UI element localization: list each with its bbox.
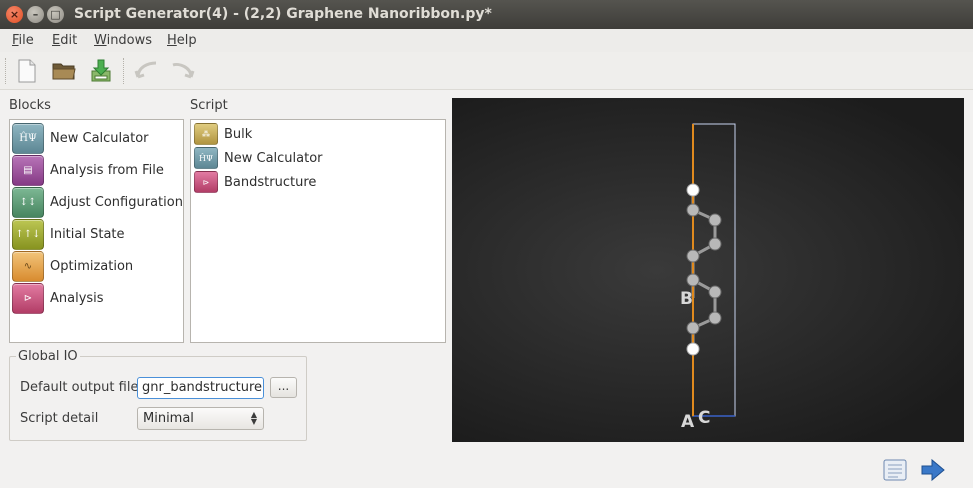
menu-help-label: elp [176, 33, 197, 48]
output-file-label: Default output file [20, 380, 139, 395]
script-item-label: New Calculator [224, 150, 323, 166]
new-file-icon[interactable] [13, 57, 41, 85]
block-item-adjust-configuration[interactable]: ↕↕ Adjust Configuration [12, 186, 183, 218]
redo-icon[interactable] [169, 57, 197, 85]
bulk-icon: ⁂ [194, 123, 218, 145]
maximize-window-icon[interactable]: □ [47, 6, 64, 23]
minimize-window-icon[interactable]: – [27, 6, 44, 23]
calculator-icon: ĤΨ [12, 122, 44, 154]
script-detail-select[interactable]: Minimal ▲ ▼ [137, 407, 264, 430]
menu-edit-mnemonic: E [52, 33, 61, 48]
global-io-title: Global IO [16, 349, 80, 364]
adjust-icon: ↕↕ [12, 186, 44, 218]
script-view-icon[interactable] [881, 457, 909, 483]
file-icon: ▤ [12, 154, 44, 186]
script-item-bandstructure[interactable]: ⊳ Bandstructure [194, 170, 316, 194]
script-item-label: Bulk [224, 126, 253, 142]
menu-windows[interactable]: Windows [94, 33, 152, 48]
script-item-bulk[interactable]: ⁂ Bulk [194, 122, 252, 146]
save-download-icon[interactable] [87, 57, 115, 85]
toolbar-separator [5, 58, 8, 84]
window-titlebar: × – □ Script Generator(4) - (2,2) Graphe… [0, 0, 973, 29]
block-item-initial-state[interactable]: ↑↑↓ Initial State [12, 218, 125, 250]
toolbar-separator [123, 58, 126, 84]
send-arrow-icon[interactable] [919, 457, 947, 483]
blocks-list[interactable]: ĤΨ New Calculator ▤ Analysis from File ↕… [9, 119, 184, 343]
block-label: Analysis [50, 290, 104, 306]
block-label: Analysis from File [50, 162, 164, 178]
block-item-analysis[interactable]: ⊳ Analysis [12, 282, 104, 314]
block-label: Initial State [50, 226, 125, 242]
menu-edit[interactable]: Edit [52, 33, 77, 48]
initial-state-icon: ↑↑↓ [12, 218, 44, 250]
calculator-icon: ĤΨ [194, 147, 218, 169]
menu-help[interactable]: Help [167, 33, 197, 48]
axis-label-b: B [680, 289, 693, 309]
block-item-analysis-from-file[interactable]: ▤ Analysis from File [12, 154, 164, 186]
block-item-new-calculator[interactable]: ĤΨ New Calculator [12, 122, 149, 154]
menu-file[interactable]: File [12, 33, 34, 48]
script-detail-label: Script detail [20, 411, 99, 426]
unit-cell-box [692, 123, 736, 417]
toolbar [0, 52, 973, 90]
axis-label-c: C [698, 408, 710, 428]
structure-canvas: B A C [680, 123, 736, 432]
block-label: Optimization [50, 258, 134, 274]
axis-label-a: A [681, 412, 695, 432]
blocks-heading: Blocks [9, 98, 51, 113]
open-folder-icon[interactable] [50, 57, 78, 85]
script-list[interactable]: ⁂ Bulk ĤΨ New Calculator ⊳ Bandstructure [190, 119, 446, 343]
script-item-label: Bandstructure [224, 174, 317, 190]
window-title: Script Generator(4) - (2,2) Graphene Nan… [74, 6, 492, 22]
script-detail-value: Minimal [143, 411, 194, 426]
menu-edit-label: dit [60, 33, 78, 48]
output-file-input[interactable]: gnr_bandstructure.n [137, 377, 264, 399]
bandstructure-icon: ⊳ [194, 171, 218, 193]
structure-viewer[interactable]: B A C [452, 98, 964, 442]
block-label: Adjust Configuration [50, 194, 183, 210]
close-window-icon[interactable]: × [6, 6, 23, 23]
combo-arrows-icon: ▲ ▼ [250, 410, 257, 426]
block-item-optimization[interactable]: ∿ Optimization [12, 250, 133, 282]
block-label: New Calculator [50, 130, 149, 146]
menubar: File Edit Windows Help [0, 29, 973, 52]
menu-file-label: ile [18, 33, 34, 48]
script-item-new-calculator[interactable]: ĤΨ New Calculator [194, 146, 323, 170]
analysis-icon: ⊳ [12, 282, 44, 314]
menu-windows-label: indows [106, 33, 153, 48]
browse-button[interactable]: ... [270, 377, 297, 398]
menu-windows-mnemonic: W [94, 33, 107, 48]
undo-icon[interactable] [132, 57, 160, 85]
optimization-icon: ∿ [12, 250, 44, 282]
script-heading: Script [190, 98, 228, 113]
menu-help-mnemonic: H [167, 33, 177, 48]
